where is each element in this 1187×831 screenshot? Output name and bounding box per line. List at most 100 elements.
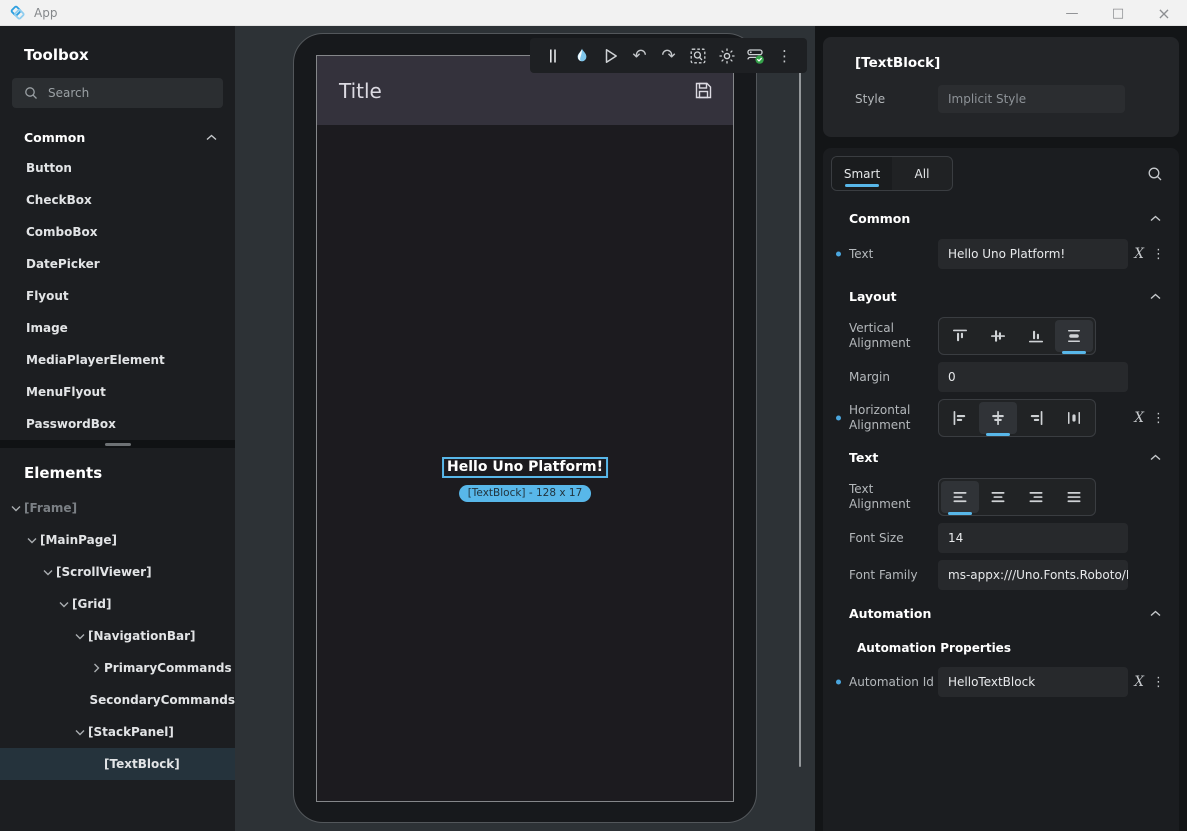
tree-item-mainpage[interactable]: [MainPage] (0, 524, 235, 556)
connection-ok-icon[interactable] (741, 41, 770, 71)
elements-tree: [Frame][MainPage] [ScrollViewer] [Grid][Na… (0, 492, 235, 780)
halign-stretch-button[interactable] (1055, 402, 1093, 434)
valign-center-button[interactable] (979, 320, 1017, 352)
property-inspector: [TextBlock] Style Implicit Style SmartAl… (815, 26, 1187, 831)
chevron-down-icon[interactable] (8, 500, 24, 516)
text-align-justify-icon (1065, 488, 1083, 506)
chevron-up-icon (1150, 454, 1161, 461)
halign-center-button[interactable] (979, 402, 1017, 434)
inspector-properties-card: SmartAll Common Text Hello Uno Platform!… (823, 148, 1179, 831)
tab-smart[interactable]: Smart (832, 157, 892, 190)
maximize-button[interactable]: □ (1095, 0, 1141, 26)
chevron-down-icon[interactable] (72, 724, 88, 740)
style-label: Style (855, 92, 938, 107)
property-options-icon[interactable]: ⋮ (1152, 411, 1165, 426)
redo-icon[interactable]: ↷ (654, 41, 683, 71)
tree-item-label: PrimaryCommands (104, 661, 232, 675)
tree-item-textblock[interactable]: [TextBlock] (0, 748, 235, 780)
selected-element-overlay[interactable]: Hello Uno Platform! [TextBlock] - 128 x … (442, 456, 608, 502)
panel-splitter[interactable] (0, 440, 235, 448)
save-icon[interactable] (694, 81, 713, 100)
text-align-left-button[interactable] (941, 481, 979, 513)
chevron-down-icon[interactable] (56, 596, 72, 612)
automation-id-label: Automation Id (849, 675, 938, 690)
tree-item-secondarycommands[interactable]: SecondaryCommands (0, 684, 235, 716)
properties-search-icon[interactable] (1147, 166, 1163, 182)
tree-item-navigationbar[interactable]: [NavigationBar] (0, 620, 235, 652)
minimize-button[interactable]: — (1049, 0, 1095, 26)
theme-brightness-icon[interactable] (712, 41, 741, 71)
automation-properties-subheader: Automation Properties (823, 636, 1179, 660)
chevron-down-icon[interactable] (40, 564, 56, 580)
font-size-input[interactable]: 14 (938, 523, 1128, 553)
markup-extension-icon[interactable]: X (1134, 674, 1144, 690)
toolbox-item-checkbox[interactable]: CheckBox (0, 184, 235, 216)
tree-item-grid[interactable]: [Grid] (0, 588, 235, 620)
toolbox-item-passwordbox[interactable]: PasswordBox (0, 408, 235, 440)
valign-top-button[interactable] (941, 320, 979, 352)
toolbox-search-input[interactable]: Search (12, 78, 223, 108)
toolbox-section-common[interactable]: Common (0, 122, 235, 152)
markup-extension-icon[interactable]: X (1134, 246, 1144, 262)
toolbox-item-mediaplayerelement[interactable]: MediaPlayerElement (0, 344, 235, 376)
tab-all[interactable]: All (892, 157, 952, 190)
toolbox-item-flyout[interactable]: Flyout (0, 280, 235, 312)
toolbox-section-label: Common (24, 130, 85, 145)
chevron-up-icon (1150, 215, 1161, 222)
toolbox-search-placeholder: Search (48, 86, 89, 100)
section-common[interactable]: Common (823, 204, 1179, 232)
style-input[interactable]: Implicit Style (938, 85, 1125, 113)
hello-textblock[interactable]: Hello Uno Platform! (442, 457, 608, 478)
section-text[interactable]: Text (823, 443, 1179, 471)
section-text-label: Text (849, 450, 878, 465)
markup-extension-icon[interactable]: X (1134, 410, 1144, 426)
drag-handle-icon[interactable] (538, 41, 567, 71)
text-align-justify-button[interactable] (1055, 481, 1093, 513)
text-property-input[interactable]: Hello Uno Platform! (938, 239, 1128, 269)
toolbox-item-menuflyout[interactable]: MenuFlyout (0, 376, 235, 408)
chevron-right-icon[interactable] (88, 660, 104, 676)
window-titlebar: App — □ × (0, 0, 1187, 26)
more-options-icon[interactable]: ⋮ (770, 41, 799, 71)
inspect-element-icon[interactable] (683, 41, 712, 71)
chevron-down-icon[interactable] (72, 628, 88, 644)
chevron-spacer (88, 756, 104, 772)
text-align-center-button[interactable] (979, 481, 1017, 513)
tree-item-label: SecondaryCommands (89, 693, 235, 707)
property-options-icon[interactable]: ⋮ (1152, 247, 1165, 262)
tree-item-primarycommands[interactable]: PrimaryCommands (0, 652, 235, 684)
automation-id-input[interactable]: HelloTextBlock (938, 667, 1128, 697)
section-layout[interactable]: Layout (823, 282, 1179, 310)
chevron-down-icon[interactable] (24, 532, 40, 548)
close-button[interactable]: × (1141, 0, 1187, 26)
toolbox-item-button[interactable]: Button (0, 152, 235, 184)
canvas-scrollbar[interactable] (799, 55, 801, 767)
device-screen[interactable]: Title Hello Uno Platform! [TextBlock] - … (316, 55, 734, 802)
tree-item-label: [ScrollViewer] (56, 565, 152, 579)
halign-left-button[interactable] (941, 402, 979, 434)
text-align-right-button[interactable] (1017, 481, 1055, 513)
valign-bottom-button[interactable] (1017, 320, 1055, 352)
valign-stretch-button[interactable] (1055, 320, 1093, 352)
toolbox-item-datepicker[interactable]: DatePicker (0, 248, 235, 280)
tree-item-label: [StackPanel] (88, 725, 174, 739)
valign-top-icon (951, 327, 969, 345)
tree-item-stackpanel[interactable]: [StackPanel] (0, 716, 235, 748)
design-canvas[interactable]: Title Hello Uno Platform! [TextBlock] - … (235, 26, 815, 831)
toolbox-item-image[interactable]: Image (0, 312, 235, 344)
tree-item-frame[interactable]: [Frame] (0, 492, 235, 524)
left-sidebar: Toolbox Search Common ButtonCheckBoxComb… (0, 26, 235, 831)
margin-input[interactable]: 0 (938, 362, 1128, 392)
app-logo-icon (9, 4, 26, 21)
toolbox-item-combobox[interactable]: ComboBox (0, 216, 235, 248)
halign-right-button[interactable] (1017, 402, 1055, 434)
halign-right-icon (1027, 409, 1045, 427)
section-automation[interactable]: Automation (823, 599, 1179, 627)
undo-icon[interactable]: ↶ (625, 41, 654, 71)
property-options-icon[interactable]: ⋮ (1152, 675, 1165, 690)
hot-reload-flame-icon[interactable] (567, 41, 596, 71)
text-align-center-icon (989, 488, 1007, 506)
tree-item-scrollviewer[interactable]: [ScrollViewer] (0, 556, 235, 588)
play-icon[interactable] (596, 41, 625, 71)
font-family-input[interactable]: ms-appx:///Uno.Fonts.Roboto/Font (938, 560, 1128, 590)
